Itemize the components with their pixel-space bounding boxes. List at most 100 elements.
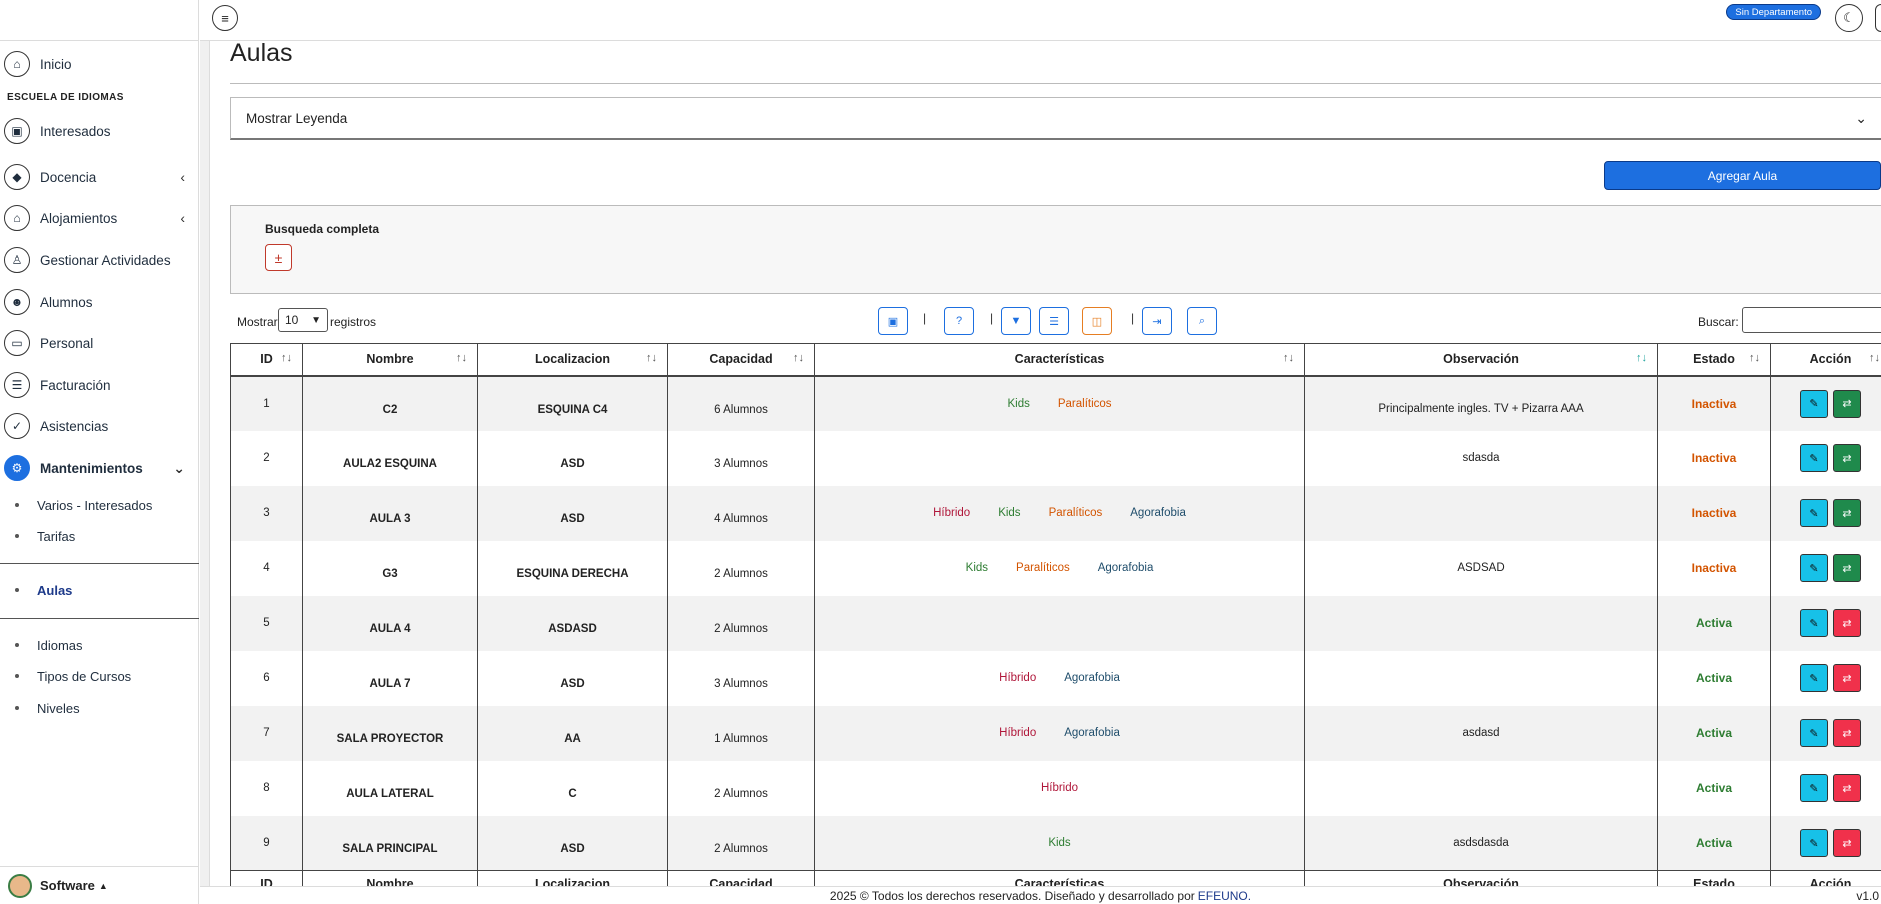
legend-accordion[interactable]: Mostrar Leyenda ⌄ xyxy=(230,97,1881,140)
footer-header-estado: Estado xyxy=(1657,870,1771,886)
add-classroom-button[interactable]: Agregar Aula xyxy=(1604,161,1881,190)
edit-icon[interactable]: ✎ xyxy=(1800,444,1828,472)
column-header-estado[interactable]: Estado ↑↓ xyxy=(1657,343,1771,377)
toggle-status-icon[interactable]: ⇄ xyxy=(1833,444,1861,472)
column-header-id[interactable]: ID ↑↓ xyxy=(230,343,303,377)
cell-nombre: SALA PRINCIPAL xyxy=(302,815,478,871)
toggle-status-icon[interactable]: ⇄ xyxy=(1833,829,1861,857)
export-icon[interactable]: ⇥ xyxy=(1142,307,1172,335)
footer-header-capacidad: Capacidad xyxy=(667,870,815,886)
sort-icon[interactable]: ↑↓ xyxy=(1636,352,1647,364)
toolbar-separator: | xyxy=(923,311,927,325)
help-icon[interactable]: ? xyxy=(944,307,974,335)
table-footer-header: ID Nombre Localizacion Capacidad Caracte… xyxy=(230,870,1881,886)
list-icon[interactable]: ☰ xyxy=(1039,307,1069,335)
sidebar-subitem-niveles[interactable]: Niveles xyxy=(0,695,199,721)
cell-localizacion: ASD xyxy=(477,485,668,541)
toggle-status-icon[interactable]: ⇄ xyxy=(1833,554,1861,582)
sort-icon[interactable]: ↑↓ xyxy=(646,352,657,364)
sidebar-footer-user[interactable]: Software ▲ xyxy=(0,866,199,904)
sidebar-item-docencia[interactable]: ◆ Docencia ‹ xyxy=(0,160,199,194)
cell-localizacion: ASD xyxy=(477,650,668,706)
feature-tag: Kids xyxy=(965,562,989,574)
sort-icon[interactable]: ↑↓ xyxy=(1283,352,1294,364)
bullet-icon xyxy=(15,643,19,647)
cell-observacion: sdasda xyxy=(1304,430,1658,486)
side-scroll-strip xyxy=(200,41,210,886)
sidebar-item-alojamientos[interactable]: ⌂ Alojamientos ‹ xyxy=(0,201,199,235)
toggle-status-icon[interactable]: ⇄ xyxy=(1833,774,1861,802)
column-header-accion[interactable]: Acción ↑↓ xyxy=(1770,343,1881,377)
cell-localizacion: ASDASD xyxy=(477,595,668,651)
filter-icon[interactable]: ▼ xyxy=(1001,307,1031,335)
toggle-status-icon[interactable]: ⇄ xyxy=(1833,389,1861,418)
sidebar-subitem-varios[interactable]: Varios - Interesados xyxy=(0,492,199,518)
status-badge: Activa xyxy=(1695,781,1733,795)
footer-header-observacion: Observación xyxy=(1304,870,1658,886)
hamburger-menu-icon[interactable]: ≡ xyxy=(212,5,238,31)
moon-icon[interactable]: ☾ xyxy=(1835,4,1863,32)
edit-icon[interactable]: ✎ xyxy=(1800,664,1828,692)
sort-icon[interactable]: ↑↓ xyxy=(793,352,804,364)
toggle-status-icon[interactable]: ⇄ xyxy=(1833,719,1861,747)
cell-capacidad: 3 Alumnos xyxy=(667,430,815,486)
cell-capacidad: 4 Alumnos xyxy=(667,485,815,541)
toggle-status-icon[interactable]: ⇄ xyxy=(1833,609,1861,637)
column-header-observacion[interactable]: Observación ↑↓ xyxy=(1304,343,1658,377)
search-icon[interactable]: ⌕ xyxy=(1187,307,1217,335)
columns-icon[interactable]: ◫ xyxy=(1082,307,1112,335)
sidebar-item-actividades[interactable]: ♙ Gestionar Actividades xyxy=(0,243,199,277)
sidebar-item-asistencias[interactable]: ✓ Asistencias xyxy=(0,409,199,443)
efeuno-link[interactable]: EFEUNO. xyxy=(1198,889,1251,903)
edit-icon[interactable]: ✎ xyxy=(1800,609,1828,637)
save-icon[interactable]: ▣ xyxy=(878,307,908,335)
sidebar-section-label: ESCUELA DE IDIOMAS xyxy=(7,92,124,103)
edit-icon[interactable]: ✎ xyxy=(1800,774,1828,802)
sort-icon[interactable]: ↑↓ xyxy=(1749,352,1760,364)
feature-tag: Agorafobia xyxy=(1097,562,1154,574)
toggle-status-icon[interactable]: ⇄ xyxy=(1833,499,1861,527)
cell-caracteristicas: Kids Paralíticos Agorafobia xyxy=(814,540,1305,596)
sidebar-item-interesados[interactable]: ▣ Interesados xyxy=(0,114,199,148)
edit-icon[interactable]: ✎ xyxy=(1800,499,1828,527)
column-header-capacidad[interactable]: Capacidad ↑↓ xyxy=(667,343,815,377)
plus-minus-icon[interactable]: ± xyxy=(265,244,292,271)
page-title: Aulas xyxy=(230,41,293,67)
sidebar-subitem-aulas[interactable]: Aulas xyxy=(0,577,199,603)
cell-id: 8 xyxy=(230,760,303,816)
toolbar-separator: | xyxy=(1131,311,1135,325)
feature-tag: Kids xyxy=(998,507,1021,519)
edit-icon[interactable]: ✎ xyxy=(1800,554,1828,582)
feature-tag: Paralíticos xyxy=(1016,562,1070,574)
sidebar-item-alumnos[interactable]: ☻ Alumnos xyxy=(0,285,199,319)
edit-icon[interactable]: ✎ xyxy=(1800,829,1828,857)
toggle-status-icon[interactable]: ⇄ xyxy=(1833,664,1861,692)
sidebar-subitem-tarifas[interactable]: Tarifas xyxy=(0,523,199,549)
sidebar-subitem-tipos-cursos[interactable]: Tipos de Cursos xyxy=(0,663,199,689)
cell-estado: Activa xyxy=(1657,705,1771,761)
search-input[interactable] xyxy=(1742,307,1881,333)
sidebar-item-mantenimientos[interactable]: ⚙ Mantenimientos ⌄ xyxy=(0,451,199,485)
sidebar-item-personal[interactable]: ▭ Personal xyxy=(0,326,199,360)
feature-tag: Híbrido xyxy=(1040,782,1079,794)
edit-icon[interactable]: ✎ xyxy=(1800,719,1828,747)
sort-icon[interactable]: ↑↓ xyxy=(456,352,467,364)
column-header-localizacion[interactable]: Localizacion ↑↓ xyxy=(477,343,668,377)
page-length-select[interactable]: 10 ▼ xyxy=(278,308,328,332)
avatar xyxy=(8,873,32,898)
sidebar-item-facturacion[interactable]: ☰ Facturación xyxy=(0,368,199,402)
sidebar-subitem-idiomas[interactable]: Idiomas xyxy=(0,632,199,658)
edit-icon[interactable]: ✎ xyxy=(1800,389,1828,418)
sort-icon[interactable]: ↑↓ xyxy=(1869,352,1880,364)
column-header-nombre[interactable]: Nombre ↑↓ xyxy=(302,343,478,377)
profile-button[interactable] xyxy=(1875,4,1881,32)
feature-tag: Híbrido xyxy=(933,507,971,519)
cell-capacidad: 2 Alumnos xyxy=(667,760,815,816)
cell-caracteristicas: Kids xyxy=(814,815,1305,871)
sort-icon[interactable]: ↑↓ xyxy=(281,352,292,364)
sidebar-item-inicio[interactable]: ⌂ Inicio xyxy=(0,47,199,81)
sidebar-subitem-label: Niveles xyxy=(37,700,80,716)
department-badge[interactable]: Sin Departamento xyxy=(1726,4,1821,20)
chevron-left-icon: ‹ xyxy=(180,169,185,185)
column-header-caracteristicas[interactable]: Características ↑↓ xyxy=(814,343,1305,377)
